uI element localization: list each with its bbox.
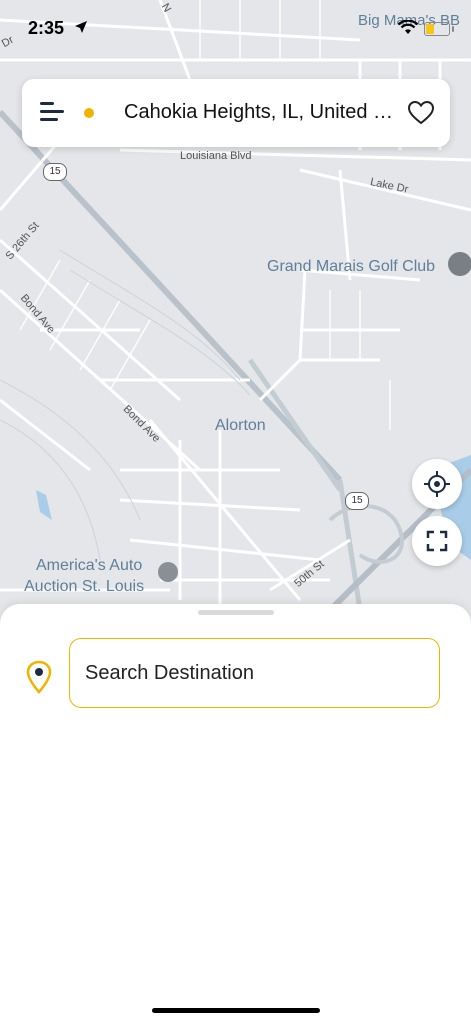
recenter-location-button[interactable] bbox=[412, 459, 462, 509]
fullscreen-icon bbox=[426, 530, 448, 552]
wifi-icon bbox=[398, 20, 418, 34]
current-location-text[interactable]: Cahokia Heights, IL, United States bbox=[124, 101, 394, 124]
crosshair-icon bbox=[424, 471, 450, 497]
location-arrow-icon bbox=[75, 21, 87, 33]
search-destination-field[interactable] bbox=[69, 638, 440, 708]
sheet-drag-handle[interactable] bbox=[198, 610, 274, 615]
search-destination-input[interactable] bbox=[83, 661, 417, 686]
bottom-sheet bbox=[0, 604, 471, 1024]
status-bar: 2:35 bbox=[0, 0, 471, 56]
destination-pin-icon bbox=[26, 660, 52, 694]
map-label-auction-line2[interactable]: Auction St. Louis bbox=[24, 578, 144, 596]
map-label-auction-line1[interactable]: America's Auto bbox=[36, 557, 142, 575]
location-status-dot bbox=[84, 108, 94, 118]
route-shield-15: 15 bbox=[345, 492, 369, 510]
status-time: 2:35 bbox=[28, 18, 65, 38]
location-bar: Cahokia Heights, IL, United States bbox=[22, 79, 450, 147]
home-indicator bbox=[152, 1008, 320, 1013]
route-shield-15: 15 bbox=[43, 163, 67, 181]
road-label-louisiana: Louisiana Blvd bbox=[180, 150, 252, 162]
map-label-golf-club[interactable]: Grand Marais Golf Club bbox=[267, 258, 435, 276]
favorite-heart-icon[interactable] bbox=[407, 99, 435, 127]
battery-icon bbox=[424, 22, 454, 36]
fullscreen-button[interactable] bbox=[412, 516, 462, 566]
map-label-alorton[interactable]: Alorton bbox=[215, 417, 266, 435]
menu-icon[interactable] bbox=[40, 102, 66, 124]
